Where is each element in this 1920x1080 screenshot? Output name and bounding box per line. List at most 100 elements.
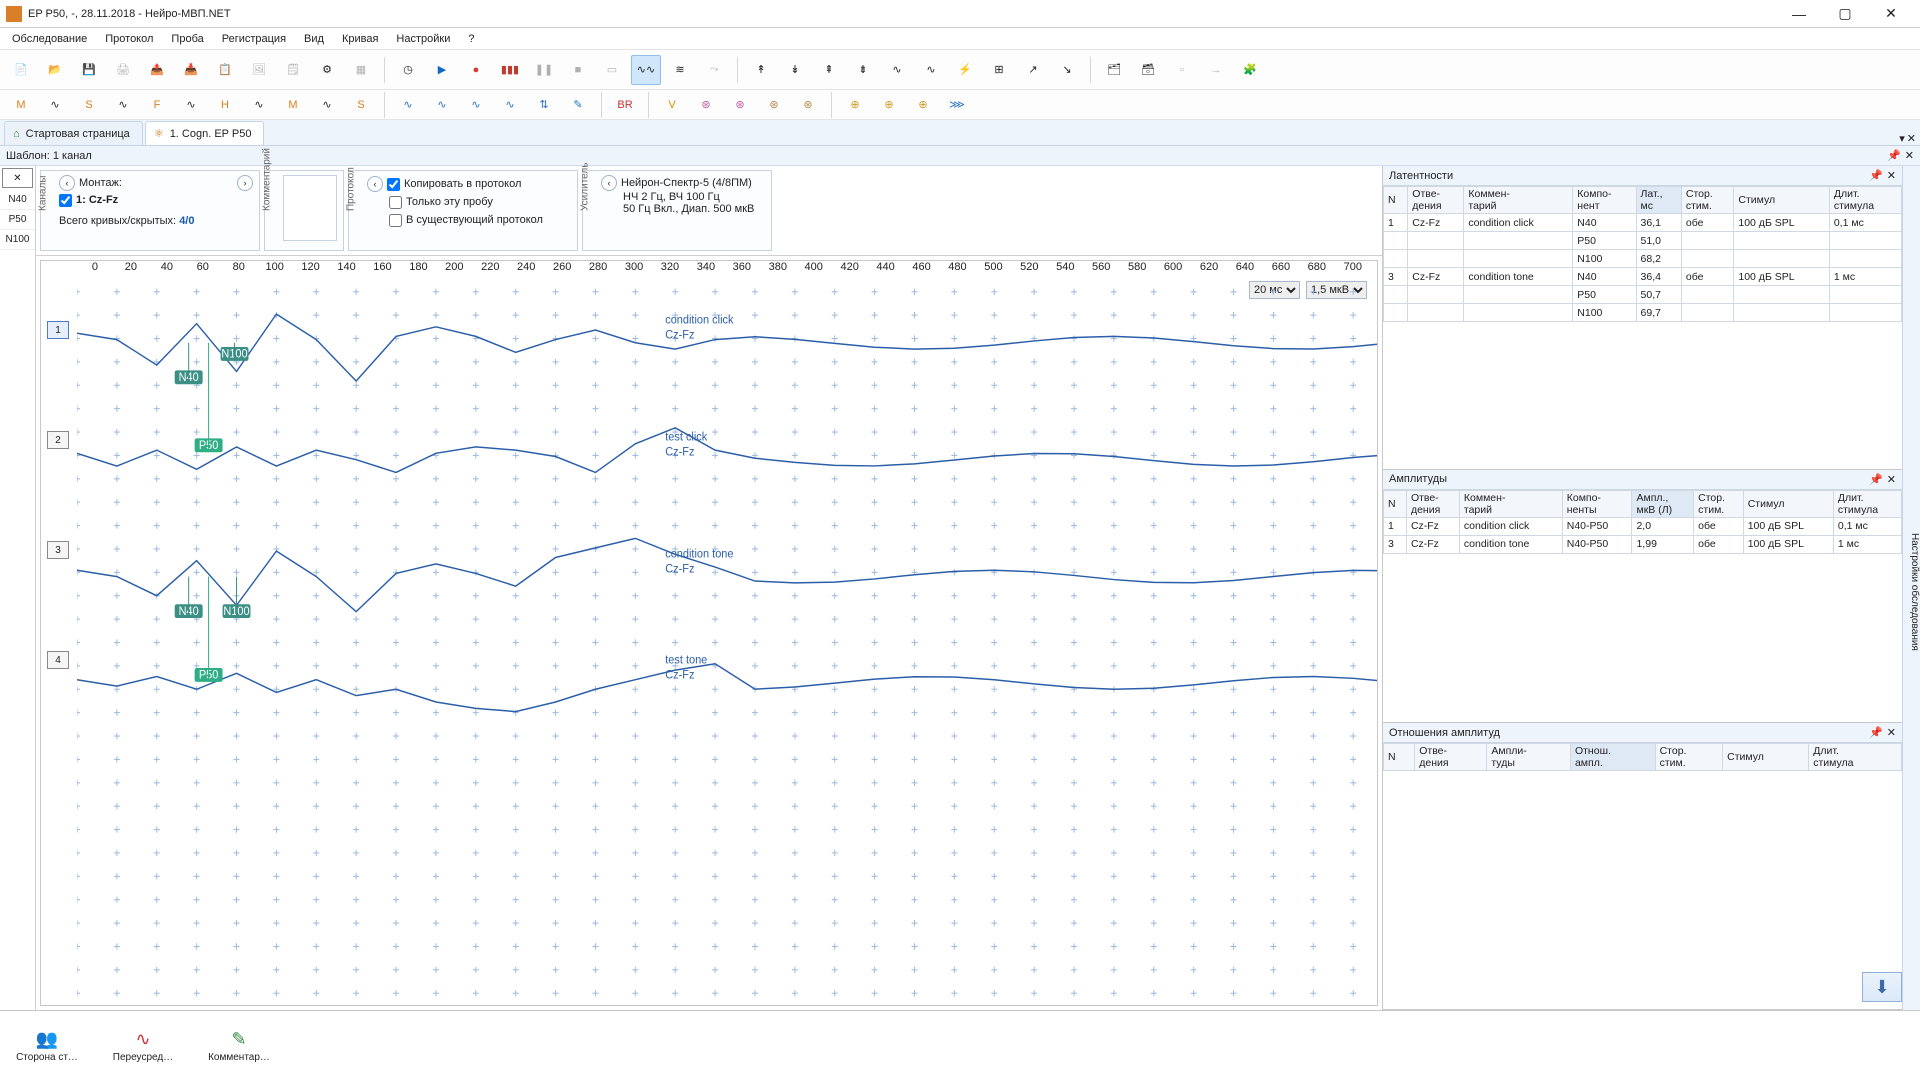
close-button[interactable]: ✕ bbox=[1868, 0, 1914, 28]
pin-icon[interactable]: 📌 bbox=[1869, 473, 1883, 486]
menu-item[interactable]: Регистрация bbox=[214, 31, 294, 47]
table-header[interactable]: Отве-дения bbox=[1415, 744, 1487, 771]
view2-button[interactable]: ≋ bbox=[665, 55, 695, 85]
m2-button[interactable]: M bbox=[278, 90, 308, 120]
tab-exam[interactable]: ⚛ 1. Cogn. EP P50 bbox=[145, 121, 265, 145]
new-exam-button[interactable]: 📄 bbox=[6, 55, 36, 85]
table-header[interactable]: Стор.стим. bbox=[1681, 187, 1734, 214]
report-button[interactable]: 🗂 bbox=[1099, 55, 1129, 85]
table-header[interactable]: N bbox=[1384, 187, 1408, 214]
menu-item[interactable]: Обследование bbox=[4, 31, 95, 47]
b5[interactable]: ⇅ bbox=[529, 90, 559, 120]
close-icon[interactable]: ✕ bbox=[1887, 726, 1896, 739]
latency-table[interactable]: NОтве-денияКоммен-тарийКомпо-нентЛат.,мс… bbox=[1383, 186, 1902, 322]
table-header[interactable]: Длит.стимула bbox=[1833, 490, 1901, 517]
table-header[interactable]: Коммен-тарий bbox=[1464, 187, 1573, 214]
table-header[interactable]: Отве-дения bbox=[1408, 187, 1464, 214]
stim-side-button[interactable]: 👥Сторона ст… bbox=[8, 1028, 86, 1063]
amp-prev-button[interactable]: ‹ bbox=[601, 175, 617, 191]
reaverage-button[interactable]: ∿Переусред… bbox=[104, 1028, 182, 1063]
d2[interactable]: ⊕ bbox=[874, 90, 904, 120]
marker-close-button[interactable]: ✕ bbox=[2, 168, 33, 188]
settings-tab-collapsed[interactable]: Настройки обследования bbox=[1902, 166, 1920, 1010]
table-header[interactable]: N bbox=[1384, 744, 1415, 771]
table-header[interactable]: Стор.стим. bbox=[1655, 744, 1723, 771]
menu-item[interactable]: Кривая bbox=[334, 31, 386, 47]
track-number[interactable]: 2 bbox=[47, 431, 69, 449]
close-icon[interactable]: ✕ bbox=[1887, 473, 1896, 486]
table-header[interactable]: Лат.,мс bbox=[1636, 187, 1681, 214]
menu-item[interactable]: Протокол bbox=[97, 31, 161, 47]
table-row[interactable]: P5050,7 bbox=[1384, 286, 1902, 304]
b1[interactable]: ∿ bbox=[393, 90, 423, 120]
table-header[interactable]: Коммен-тарий bbox=[1459, 490, 1562, 517]
a10[interactable]: ↘ bbox=[1052, 55, 1082, 85]
maximize-button[interactable]: ▢ bbox=[1822, 0, 1868, 28]
pin-icon[interactable]: 📌 bbox=[1887, 149, 1901, 162]
open-exam-button[interactable]: 📂 bbox=[40, 55, 70, 85]
track-number[interactable]: 3 bbox=[47, 541, 69, 559]
next-montage-button[interactable]: › bbox=[237, 175, 253, 191]
fast-button[interactable]: ⋙ bbox=[942, 90, 972, 120]
copy-protocol-checkbox[interactable] bbox=[387, 178, 400, 191]
a2[interactable]: ↡ bbox=[780, 55, 810, 85]
protocol-prev-button[interactable]: ‹ bbox=[367, 176, 383, 192]
ana-4[interactable]: ∿ bbox=[244, 90, 274, 120]
table-header[interactable]: Длит.стимула bbox=[1809, 744, 1902, 771]
c2[interactable]: ⊛ bbox=[725, 90, 755, 120]
a6[interactable]: ∿ bbox=[916, 55, 946, 85]
marker-p50[interactable]: P50 bbox=[0, 210, 35, 230]
v-button[interactable]: V bbox=[657, 90, 687, 120]
clipboard-button[interactable]: 📋 bbox=[210, 55, 240, 85]
record-button[interactable]: ● bbox=[461, 55, 491, 85]
amplitude-table[interactable]: NОтве-денияКоммен-тарийКомпо-нентыАмпл.,… bbox=[1383, 490, 1902, 554]
a9[interactable]: ↗ bbox=[1018, 55, 1048, 85]
table-button[interactable]: 🗃 bbox=[1133, 55, 1163, 85]
m-button[interactable]: M bbox=[6, 90, 36, 120]
f-button[interactable]: F bbox=[142, 90, 172, 120]
waveform-chart[interactable]: 0204060801001201401601802002202402602803… bbox=[40, 260, 1378, 1006]
table-row[interactable]: 1Cz-Fzcondition clickN4036,1обе100 дБ SP… bbox=[1384, 214, 1902, 232]
menu-item[interactable]: Проба bbox=[163, 31, 211, 47]
settings-button[interactable]: ⚙ bbox=[312, 55, 342, 85]
table-header[interactable]: Стор.стим. bbox=[1694, 490, 1744, 517]
b2[interactable]: ∿ bbox=[427, 90, 457, 120]
d1[interactable]: ⊕ bbox=[840, 90, 870, 120]
c3[interactable]: ⊛ bbox=[759, 90, 789, 120]
ana-2[interactable]: ∿ bbox=[108, 90, 138, 120]
table-header[interactable]: N bbox=[1384, 490, 1407, 517]
stim-button[interactable]: ▮▮▮ bbox=[495, 55, 525, 85]
a7[interactable]: ⚡ bbox=[950, 55, 980, 85]
table-header[interactable]: Отнош.ампл. bbox=[1570, 744, 1655, 771]
a4[interactable]: ⇟ bbox=[848, 55, 878, 85]
export-button[interactable]: 📤 bbox=[142, 55, 172, 85]
track-number[interactable]: 1 bbox=[47, 321, 69, 339]
close-panel-icon[interactable]: ✕ bbox=[1905, 149, 1914, 162]
h-button[interactable]: H bbox=[210, 90, 240, 120]
only-probe-checkbox[interactable] bbox=[389, 196, 402, 209]
tab-dropdown-icon[interactable]: ▾ bbox=[1899, 132, 1905, 145]
table-header[interactable]: Ампл.,мкВ (Л) bbox=[1632, 490, 1694, 517]
marker-n40[interactable]: N40 bbox=[0, 190, 35, 210]
overlap-button[interactable]: ∿∿ bbox=[631, 55, 661, 85]
scroll-down-button[interactable]: ⬇ bbox=[1862, 972, 1902, 1002]
table-header[interactable]: Стимул bbox=[1734, 187, 1829, 214]
br-button[interactable]: BR bbox=[610, 90, 640, 120]
table-row[interactable]: 1Cz-Fzcondition clickN40-P502,0обе100 дБ… bbox=[1384, 517, 1902, 535]
a1[interactable]: ↟ bbox=[746, 55, 776, 85]
c4[interactable]: ⊛ bbox=[793, 90, 823, 120]
table-header[interactable]: Длит.стимула bbox=[1829, 187, 1901, 214]
menu-item[interactable]: Вид bbox=[296, 31, 332, 47]
table-row[interactable]: N10069,7 bbox=[1384, 304, 1902, 322]
menu-item[interactable]: ? bbox=[460, 31, 482, 47]
menu-item[interactable]: Настройки bbox=[388, 31, 458, 47]
channel-1-checkbox[interactable] bbox=[59, 194, 72, 207]
table-header[interactable]: Отве-дения bbox=[1406, 490, 1459, 517]
b4[interactable]: ∿ bbox=[495, 90, 525, 120]
ana-1[interactable]: ∿ bbox=[40, 90, 70, 120]
table-row[interactable]: P5051,0 bbox=[1384, 232, 1902, 250]
apps-button[interactable]: 🧩 bbox=[1235, 55, 1265, 85]
d3[interactable]: ⊕ bbox=[908, 90, 938, 120]
minimize-button[interactable]: — bbox=[1776, 0, 1822, 28]
tab-close-icon[interactable]: ✕ bbox=[1907, 132, 1916, 145]
